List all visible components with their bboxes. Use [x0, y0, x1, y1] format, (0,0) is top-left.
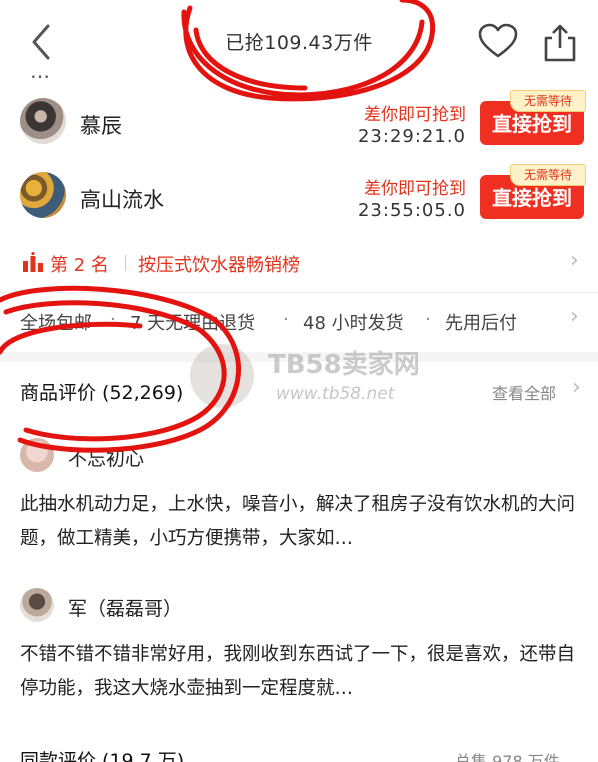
watermark-url: www.tb58.net	[276, 384, 395, 404]
ranking-row[interactable]: 第 2 名 按压式饮水器畅销榜 ›	[0, 240, 598, 288]
same-item-reviews-title: 同款评价 (19.7 万)	[20, 750, 185, 762]
scrolled-content-fragment: …	[30, 66, 50, 80]
service-free-shipping: 全场包邮	[20, 313, 92, 334]
countdown: 23:55:05.0	[357, 200, 466, 221]
service-pay-later: 先用后付	[445, 313, 517, 334]
lack-text: 差你即可抢到	[364, 179, 466, 199]
chevron-right-icon: ›	[572, 375, 581, 400]
chevron-right-icon: ›	[570, 248, 579, 273]
avatar	[20, 588, 54, 622]
heart-icon	[478, 23, 518, 58]
review-text[interactable]: 不错不错不错非常好用，我刚收到东西试了一下，很是喜欢，还带自停功能，我这大烧水壶…	[20, 638, 580, 706]
watermark-logo-icon	[190, 344, 254, 408]
share-icon	[544, 24, 576, 62]
service-7day-return: 7 天无理由退货	[130, 313, 256, 334]
watermark: TB58卖家网 www.tb58.net	[180, 340, 440, 420]
avatar	[20, 172, 66, 218]
reviewer-name: 不忘初心	[68, 448, 145, 470]
no-wait-badge: 无需等待	[510, 90, 586, 112]
view-all-link[interactable]: 查看全部	[492, 380, 556, 404]
reviews-title: 商品评价 (52,269)	[20, 382, 184, 404]
separator-dot: ·	[425, 309, 431, 330]
countdown: 23:29:21.0	[357, 126, 466, 147]
separator-dot: ·	[283, 309, 289, 330]
review-text[interactable]: 此抽水机动力足，上水快，噪音小，解决了租房子没有饮水机的大问题，做工精美，小巧方…	[20, 488, 580, 556]
ranking-icon	[23, 252, 43, 272]
group-buy-row: 高山流水 差你即可抢到 23:55:05.0 直接抢到 无需等待	[0, 160, 598, 230]
service-guarantees-row[interactable]: 全场包邮 · 7 天无理由退货 · 48 小时发货 · 先用后付 ›	[0, 296, 598, 346]
group-buyer-name: 慕辰	[80, 114, 122, 138]
rank-position: 第 2 名	[50, 255, 109, 276]
avatar	[20, 438, 54, 472]
ranking-list-name: 按压式饮水器畅销榜	[138, 255, 300, 276]
group-buyer-name: 高山流水	[80, 188, 164, 212]
reviewer-name: 军（磊磊哥）	[68, 598, 183, 620]
favorite-button[interactable]	[476, 22, 520, 62]
divider	[125, 255, 126, 271]
divider	[0, 292, 598, 293]
no-wait-badge: 无需等待	[510, 164, 586, 186]
share-button[interactable]	[538, 20, 582, 64]
same-item-reviews-row[interactable]: 同款评价 (19.7 万) 总售 978 万件	[0, 738, 598, 762]
total-sold: 总售 978 万件	[455, 752, 560, 762]
group-buy-row: 慕辰 差你即可抢到 23:29:21.0 直接抢到 无需等待	[0, 88, 598, 158]
avatar	[20, 98, 66, 144]
watermark-title: TB58卖家网	[268, 350, 420, 380]
separator-dot: ·	[110, 309, 116, 330]
service-48h-shipping: 48 小时发货	[303, 313, 404, 334]
chevron-right-icon: ›	[570, 304, 579, 329]
lack-text: 差你即可抢到	[364, 105, 466, 125]
